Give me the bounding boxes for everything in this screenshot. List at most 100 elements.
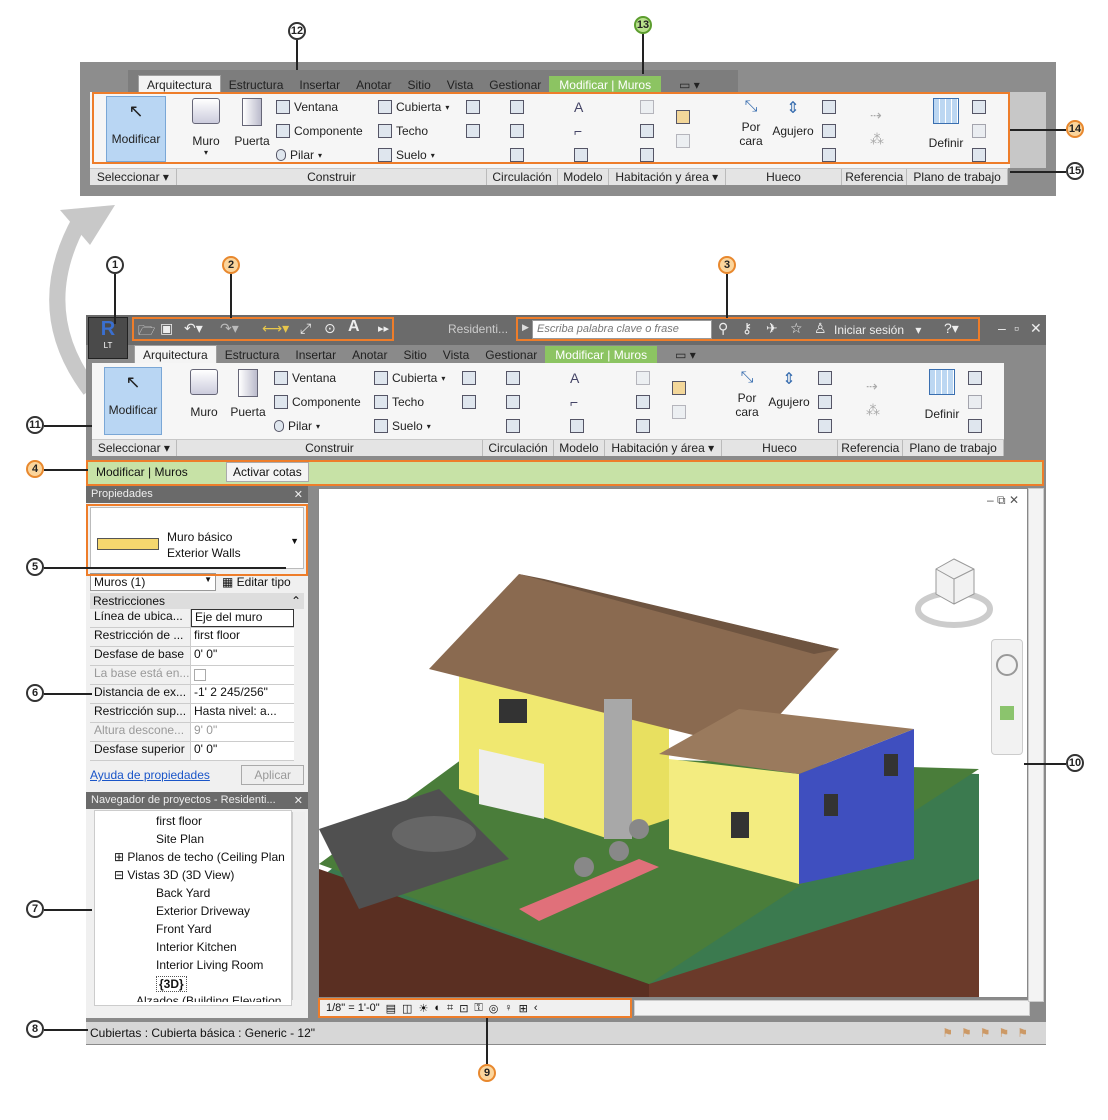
area-icon[interactable] — [676, 110, 690, 124]
prop-row[interactable]: La base está en... — [90, 666, 294, 685]
model-line-icon[interactable]: ⌐ — [574, 124, 582, 138]
selection-filter-icons[interactable]: ⚑⚑⚑⚑⚑ — [942, 1022, 1036, 1044]
undo-icon[interactable]: ↶▾ — [184, 320, 203, 337]
search-expand-icon[interactable]: ▶ — [522, 322, 529, 333]
tree-item[interactable]: Interior Kitchen — [156, 940, 237, 954]
ramp-icon[interactable] — [510, 124, 524, 138]
close-icon[interactable]: ✕ — [294, 794, 303, 807]
aplicar-button[interactable]: Aplicar — [241, 765, 304, 785]
railing-icon[interactable] — [510, 100, 524, 114]
area-icon[interactable] — [672, 381, 686, 395]
tab-modificar-muros-main[interactable]: Modificar | Muros — [545, 346, 658, 364]
prop-row[interactable]: Distancia de ex... -1' 2 245/256" — [90, 685, 294, 704]
zoom-icon[interactable] — [1000, 706, 1014, 720]
render-icon[interactable]: ⊞ — [519, 1002, 528, 1015]
componente-button-main[interactable]: Componente — [274, 395, 361, 409]
activar-cotas-button[interactable]: Activar cotas — [226, 462, 309, 482]
por-cara-button-main[interactable]: ⤡ Por cara — [730, 369, 764, 433]
close-icon[interactable]: ✕ — [1030, 320, 1042, 337]
tree-item[interactable]: Alzados (Building Elevation — [136, 994, 281, 1002]
room-tag-icon[interactable] — [636, 419, 650, 433]
crop-view-icon[interactable]: ⌗ — [447, 1002, 453, 1015]
browser-scrollbar[interactable] — [292, 812, 305, 1000]
agujero-button[interactable]: ⇕ Agujero — [770, 98, 816, 162]
user-icon[interactable]: ♙ — [814, 320, 827, 337]
reference-plane-icon[interactable]: ⇢ — [870, 108, 882, 122]
modificar-button[interactable]: ↖ Modificar — [106, 96, 166, 162]
detail-level-icon[interactable]: ▤ — [386, 1002, 396, 1015]
tag-icon[interactable]: ⊙ — [324, 320, 336, 337]
redo-icon[interactable]: ↷▾ — [220, 320, 239, 337]
curtain-grid-icon[interactable] — [462, 371, 476, 385]
ramp-icon[interactable] — [506, 395, 520, 409]
cubierta-button-main[interactable]: Cubierta ▾ — [374, 371, 445, 385]
show-workplane-icon[interactable] — [968, 371, 982, 385]
room-separator-icon[interactable] — [640, 124, 654, 138]
ref-plane-icon[interactable] — [972, 124, 986, 138]
signin-button[interactable]: Iniciar sesión ▾ — [834, 323, 921, 337]
cubierta-button[interactable]: Cubierta ▾ — [378, 100, 449, 114]
help-icon[interactable]: ?▾ — [944, 320, 959, 337]
grid-icon[interactable]: ⁂ — [870, 132, 884, 146]
search-input[interactable]: Escriba palabra clave o frase — [532, 320, 712, 339]
modificar-button-main[interactable]: ↖ Modificar — [104, 367, 162, 435]
show-workplane-icon[interactable] — [972, 100, 986, 114]
techo-button-main[interactable]: Techo — [374, 395, 424, 409]
tree-item[interactable]: Back Yard — [156, 886, 210, 900]
muro-button[interactable]: Muro ▾ — [186, 98, 226, 160]
tree-item[interactable]: Front Yard — [156, 922, 212, 936]
binoculars-icon[interactable]: ⚲ — [718, 320, 728, 337]
tab-insertar-main[interactable]: Insertar — [287, 346, 344, 364]
tree-item[interactable]: ⊞ Planos de techo (Ceiling Plan — [114, 850, 285, 864]
lock-view-icon[interactable]: ⚿ — [474, 1002, 482, 1015]
steering-wheel-icon[interactable] — [996, 654, 1018, 676]
navigation-bar[interactable] — [991, 639, 1023, 755]
room-icon[interactable] — [636, 371, 650, 385]
prop-row[interactable]: Desfase superior 0' 0" — [90, 742, 294, 761]
prop-row[interactable]: Restricción sup... Hasta nivel: a... — [90, 704, 294, 723]
area-boundary-icon[interactable] — [672, 405, 686, 419]
viewcube-icon[interactable] — [914, 544, 994, 634]
prop-row[interactable]: Restricción de ... first floor — [90, 628, 294, 647]
grid-icon[interactable]: ⁂ — [866, 403, 880, 417]
room-tag-icon[interactable] — [640, 148, 654, 162]
curtain-grid-icon[interactable] — [466, 100, 480, 114]
scale-select[interactable]: 1/8" = 1'-0" — [326, 1002, 380, 1014]
close-icon[interactable]: ✕ — [294, 488, 303, 501]
show-crop-icon[interactable]: ⊡ — [459, 1002, 468, 1015]
room-separator-icon[interactable] — [636, 395, 650, 409]
temp-hide-icon[interactable]: ◎ — [489, 1002, 499, 1015]
model-group-icon[interactable] — [574, 148, 588, 162]
muro-button-main[interactable]: Muro — [184, 369, 224, 431]
mullion-icon[interactable] — [462, 395, 476, 409]
room-icon[interactable] — [640, 100, 654, 114]
panel-habitacion[interactable]: Habitación y área ▾ — [609, 169, 726, 185]
ventana-button-main[interactable]: Ventana — [274, 371, 336, 385]
puerta-button-main[interactable]: Puerta — [228, 369, 268, 431]
restore-icon[interactable]: ▫ — [1014, 320, 1019, 336]
vertical-opening-icon[interactable] — [818, 395, 832, 409]
componente-button[interactable]: Componente — [276, 124, 363, 138]
tree-item[interactable]: Exterior Driveway — [156, 904, 250, 918]
dormer-icon[interactable] — [818, 419, 832, 433]
stair-icon[interactable] — [510, 148, 524, 162]
ribbon-minimize-main[interactable]: ▭ ▾ — [667, 346, 704, 364]
panel-seleccionar-main[interactable]: Seleccionar ▾ — [92, 440, 177, 456]
viewer-icon[interactable] — [972, 148, 986, 162]
favorites-icon[interactable]: ☆ — [790, 320, 803, 337]
restricciones-header[interactable]: Restricciones ⌃ — [90, 593, 304, 609]
tree-item[interactable]: Interior Living Room — [156, 958, 263, 972]
model-text-icon[interactable]: A — [570, 371, 579, 385]
puerta-button[interactable]: Puerta — [232, 98, 272, 160]
drawing-area[interactable]: – ⧉ ✕ — [318, 488, 1028, 998]
open-icon[interactable]: 🗁 — [138, 320, 155, 344]
definir-button-main[interactable]: Definir — [922, 369, 962, 433]
app-button[interactable]: R LT — [88, 317, 128, 359]
text-icon[interactable]: A — [348, 318, 360, 336]
minimize-icon[interactable]: – — [998, 320, 1006, 336]
model-line-icon[interactable]: ⌐ — [570, 395, 578, 409]
panel-habitacion-main[interactable]: Habitación y área ▾ — [605, 440, 722, 456]
reveal-hidden-icon[interactable]: ♀ — [504, 1002, 512, 1014]
wall-opening-icon[interactable] — [818, 371, 832, 385]
measure-icon[interactable]: ⟷▾ — [262, 320, 289, 337]
